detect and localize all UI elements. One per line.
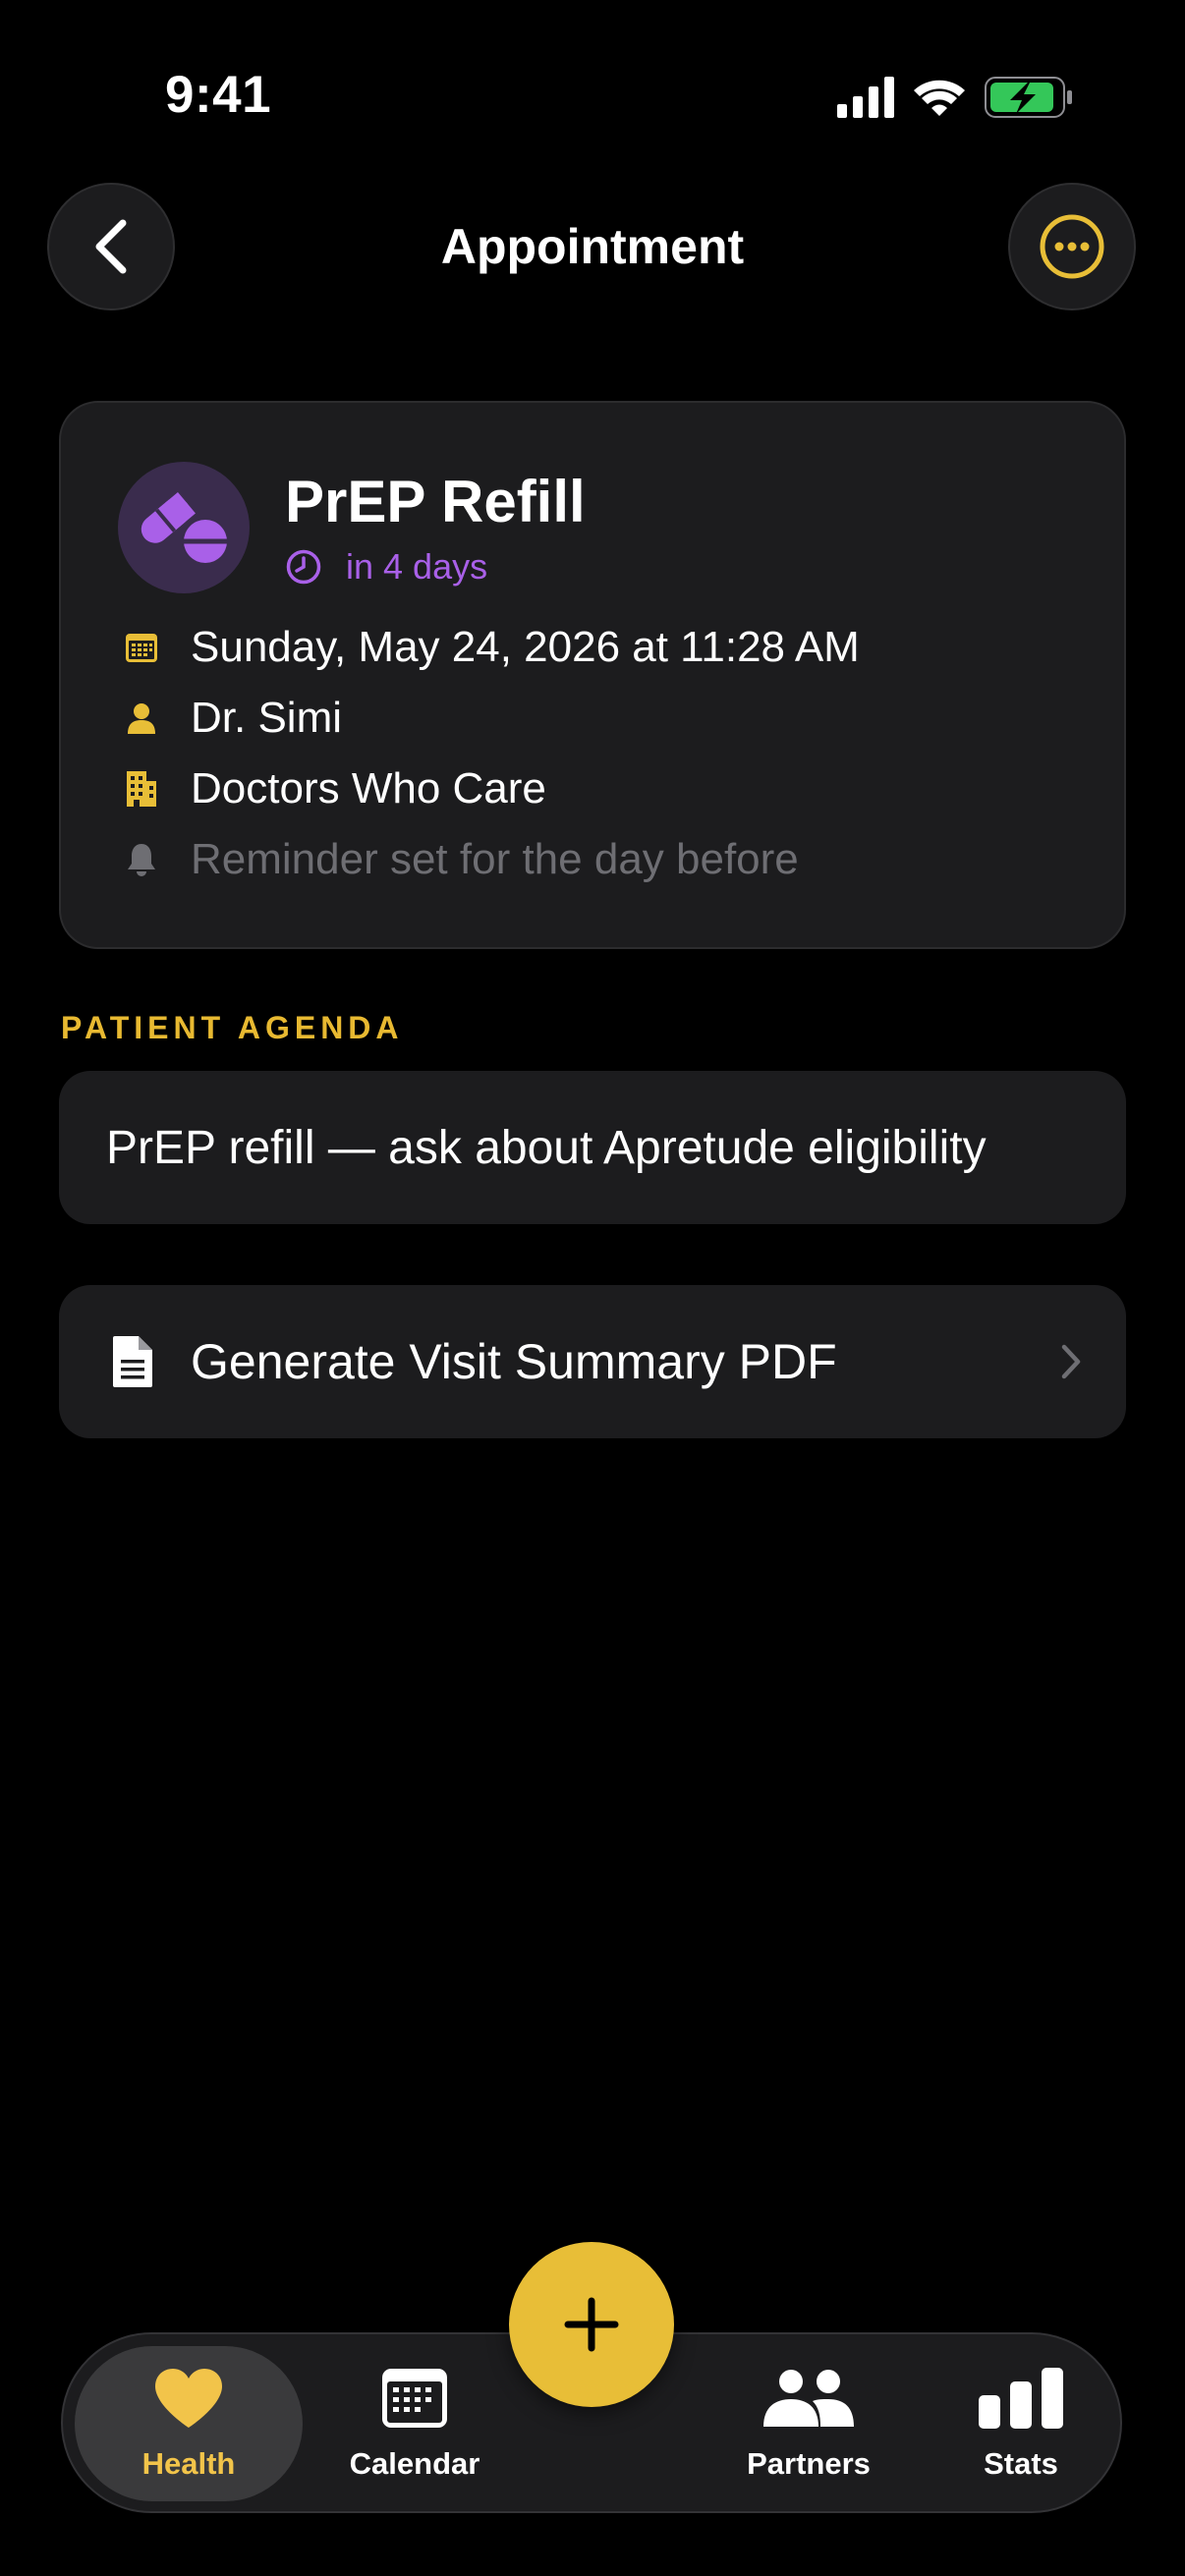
appointment-card: PrEP Refill in 4 days Sunday, May 24, 20… xyxy=(59,401,1126,949)
bar-chart-icon xyxy=(977,2364,1065,2433)
tab-calendar[interactable]: Calendar xyxy=(316,2334,513,2511)
tab-label: Partners xyxy=(747,2446,871,2481)
add-button[interactable] xyxy=(509,2242,674,2407)
status-bar: 9:41 xyxy=(0,0,1185,187)
appointment-datetime: Sunday, May 24, 2026 at 11:28 AM xyxy=(191,623,860,671)
signal-icon xyxy=(837,77,894,118)
section-label-patient-agenda: PATIENT AGENDA xyxy=(61,1010,404,1045)
tab-label: Health xyxy=(141,2446,236,2481)
people-icon xyxy=(762,2364,856,2433)
agenda-card[interactable]: PrEP refill — ask about Apretude eligibi… xyxy=(59,1071,1126,1224)
countdown: in 4 days xyxy=(285,546,487,588)
reminder-row: Reminder set for the day before xyxy=(122,835,799,884)
status-icons xyxy=(837,77,1072,118)
appointment-provider: Dr. Simi xyxy=(191,694,342,742)
wifi-icon xyxy=(914,80,965,116)
person-icon xyxy=(122,699,161,738)
agenda-text: PrEP refill — ask about Apretude eligibi… xyxy=(106,1121,987,1174)
generate-pdf-button[interactable]: Generate Visit Summary PDF xyxy=(59,1285,1126,1438)
building-icon xyxy=(122,769,161,809)
heart-icon xyxy=(153,2364,224,2433)
bell-icon xyxy=(122,840,161,879)
battery-icon xyxy=(985,77,1072,118)
tab-label: Stats xyxy=(984,2446,1058,2481)
pills-avatar xyxy=(118,462,250,593)
date-row: Sunday, May 24, 2026 at 11:28 AM xyxy=(122,623,860,672)
tab-stats[interactable]: Stats xyxy=(928,2334,1114,2511)
tab-partners[interactable]: Partners xyxy=(696,2334,922,2511)
pills-icon xyxy=(141,491,227,563)
ellipsis-circle-icon xyxy=(1040,214,1104,279)
appointment-title: PrEP Refill xyxy=(285,469,586,534)
calendar-icon xyxy=(122,628,161,667)
appointment-reminder: Reminder set for the day before xyxy=(191,835,799,883)
document-icon xyxy=(108,1334,157,1389)
plus-icon xyxy=(564,2297,619,2352)
generate-pdf-label: Generate Visit Summary PDF xyxy=(191,1334,837,1389)
clinic-row: Doctors Who Care xyxy=(122,764,546,813)
provider-row: Dr. Simi xyxy=(122,694,342,743)
tab-label: Calendar xyxy=(349,2446,480,2481)
countdown-text: in 4 days xyxy=(346,546,488,587)
more-options-button[interactable] xyxy=(1008,183,1136,310)
status-time: 9:41 xyxy=(165,66,272,124)
clock-icon xyxy=(286,549,321,585)
chevron-right-icon xyxy=(1061,1344,1081,1379)
appointment-clinic: Doctors Who Care xyxy=(191,764,546,812)
calendar-icon xyxy=(379,2364,450,2433)
tab-health[interactable]: Health xyxy=(75,2334,303,2511)
